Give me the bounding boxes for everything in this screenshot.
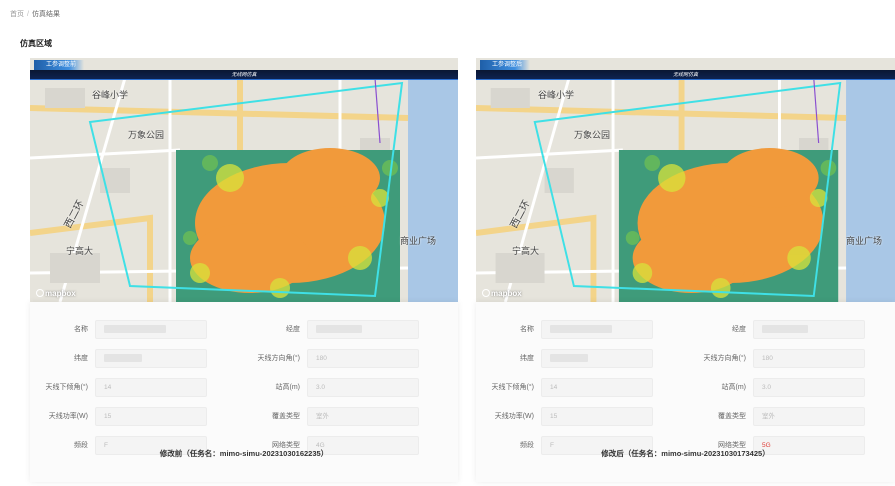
map-label-park: 万象公园 <box>128 130 165 140</box>
tilt-label: 天线下倾角(°) <box>491 384 534 391</box>
map-tag: 工参调整前 <box>34 60 85 70</box>
power-field[interactable]: 15 <box>95 407 207 426</box>
map-header: 无线网仿真 工参调整前 <box>30 58 458 80</box>
map-banner: 无线网仿真 <box>476 70 895 80</box>
name-value-redacted <box>104 325 166 334</box>
section-title: 仿真区域 <box>20 39 52 48</box>
map-banner-title: 无线网仿真 <box>672 72 699 78</box>
tilt-field[interactable]: 14 <box>95 378 207 397</box>
mapbox-logo-text: mapbox <box>45 289 76 298</box>
lat-label: 纬度 <box>520 355 534 362</box>
breadcrumb: 首页 / 仿真结果 <box>10 9 60 19</box>
power-field[interactable]: 15 <box>541 407 653 426</box>
map-banner-title: 无线网仿真 <box>231 72 257 78</box>
height-label: 站高(m) <box>721 384 747 391</box>
height-field[interactable]: 3.0 <box>753 378 865 397</box>
lon-value-redacted <box>762 325 808 334</box>
cover-label: 覆盖类型 <box>272 413 300 420</box>
simulation-map[interactable]: 无线网仿真 工参调整前 谷峰小学 万象公园 西二环 宁高大 商业广场 mapbo… <box>30 58 458 302</box>
tilt-label: 天线下倾角(°) <box>45 384 88 391</box>
breadcrumb-separator: / <box>27 11 29 18</box>
map-label-fire: 宁高大 <box>66 246 94 256</box>
lat-field[interactable] <box>95 349 207 368</box>
map-label-plaza: 商业广场 <box>400 236 437 246</box>
cover-field[interactable]: 室外 <box>753 407 865 426</box>
azimuth-field[interactable]: 180 <box>753 349 865 368</box>
lon-label: 经度 <box>286 326 300 333</box>
tilt-field[interactable]: 14 <box>541 378 653 397</box>
map-label-school: 谷峰小学 <box>538 90 575 100</box>
mapbox-icon <box>36 289 44 297</box>
row-tilt-height: 天线下倾角(°) 14 站高(m) 3.0 <box>476 378 895 398</box>
power-label: 天线功率(W) <box>494 413 534 420</box>
name-label: 名称 <box>520 326 534 333</box>
lat-label: 纬度 <box>74 355 88 362</box>
lon-value-redacted <box>316 325 362 334</box>
map-tag: 工参调整后 <box>480 60 531 70</box>
lat-value-redacted <box>104 354 142 363</box>
row-name-lon: 名称 经度 <box>30 320 458 340</box>
row-lat-azimuth: 纬度 天线方向角(°) 180 <box>476 349 895 369</box>
map-label-park: 万象公园 <box>574 130 611 140</box>
panel-caption: 修改后（任务名：mimo-simu-20231030173425） <box>601 449 770 458</box>
name-value-redacted <box>550 325 612 334</box>
height-label: 站高(m) <box>275 384 301 391</box>
cover-label: 覆盖类型 <box>718 413 746 420</box>
mapbox-logo[interactable]: mapbox <box>36 289 76 298</box>
mapbox-logo-text: mapbox <box>491 289 522 298</box>
map-banner: 无线网仿真 <box>30 70 458 80</box>
azimuth-label: 天线方向角(°) <box>257 355 300 362</box>
map-label-plaza: 商业广场 <box>846 236 883 246</box>
panel-after: 无线网仿真 工参调整后 谷峰小学 万象公园 西二环 宁高大 商业广场 mapbo… <box>476 58 895 482</box>
name-field[interactable] <box>95 320 207 339</box>
name-label: 名称 <box>74 326 88 333</box>
panel-before: 无线网仿真 工参调整前 谷峰小学 万象公园 西二环 宁高大 商业广场 mapbo… <box>30 58 458 482</box>
row-lat-azimuth: 纬度 天线方向角(°) 180 <box>30 349 458 369</box>
panel-caption: 修改前（任务名：mimo-simu-20231030162235） <box>159 449 329 458</box>
row-tilt-height: 天线下倾角(°) 14 站高(m) 3.0 <box>30 378 458 398</box>
mapbox-logo[interactable]: mapbox <box>482 289 522 298</box>
power-label: 天线功率(W) <box>48 413 88 420</box>
map-label-school: 谷峰小学 <box>92 90 129 100</box>
lon-label: 经度 <box>732 326 746 333</box>
breadcrumb-current: 仿真结果 <box>31 11 60 18</box>
lon-field[interactable] <box>307 320 419 339</box>
azimuth-label: 天线方向角(°) <box>703 355 746 362</box>
map-label-fire: 宁高大 <box>512 246 540 256</box>
row-power-cover: 天线功率(W) 15 覆盖类型 室外 <box>30 407 458 427</box>
map-header: 无线网仿真 工参调整后 <box>476 58 895 80</box>
row-power-cover: 天线功率(W) 15 覆盖类型 室外 <box>476 407 895 427</box>
simulation-map[interactable]: 无线网仿真 工参调整后 谷峰小学 万象公园 西二环 宁高大 商业广场 mapbo… <box>476 58 895 302</box>
azimuth-field[interactable]: 180 <box>307 349 419 368</box>
lon-field[interactable] <box>753 320 865 339</box>
row-name-lon: 名称 经度 <box>476 320 895 340</box>
height-field[interactable]: 3.0 <box>307 378 419 397</box>
cover-field[interactable]: 室外 <box>307 407 419 426</box>
breadcrumb-home[interactable]: 首页 <box>10 11 24 18</box>
mapbox-icon <box>482 289 490 297</box>
lat-field[interactable] <box>541 349 653 368</box>
lat-value-redacted <box>550 354 588 363</box>
name-field[interactable] <box>541 320 653 339</box>
